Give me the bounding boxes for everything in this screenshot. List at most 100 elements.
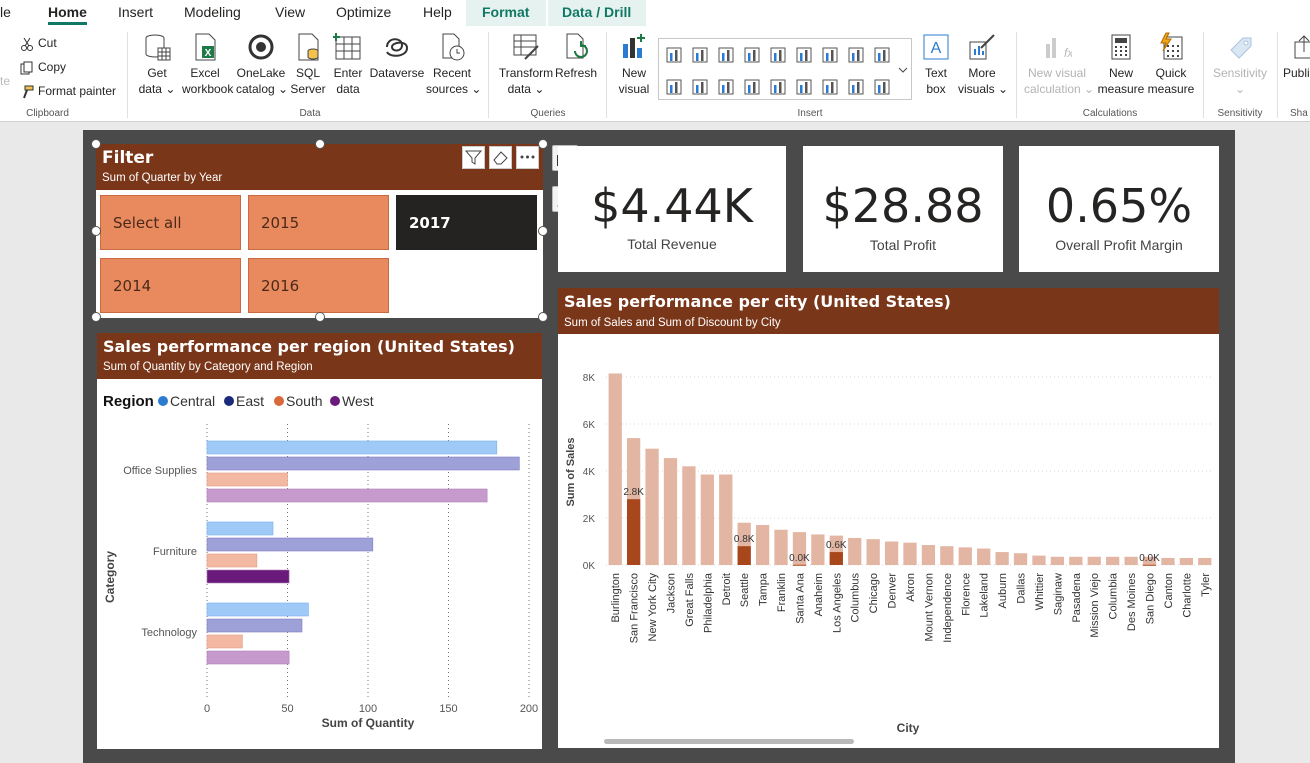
bar-office-supplies-east [206, 456, 520, 471]
slicer-option-2014[interactable]: 2014 [100, 258, 241, 313]
menu-optimize[interactable]: Optimize [336, 4, 391, 20]
new-measure-button[interactable]: New measure [1096, 32, 1146, 97]
y-axis-title: Sum of Sales [565, 437, 577, 506]
filter-slicer[interactable]: Filter Sum of Quarter by Year Select all… [96, 144, 543, 318]
area-icon[interactable] [847, 46, 865, 64]
resize-handle[interactable] [91, 139, 101, 149]
new-visual-label: New [621, 66, 646, 80]
bar-highlight-san-diego [1142, 564, 1157, 566]
onelake-catalog-button[interactable]: OneLake catalog ⌄ [236, 32, 288, 97]
data-label: 0.8K [734, 534, 755, 545]
more-visuals-label2: visuals ⌄ [958, 82, 1009, 96]
menu-modeling[interactable]: Modeling [184, 4, 241, 20]
kpi-card-total-profit[interactable]: $28.88 Total Profit [803, 146, 1003, 272]
ribbon: te Cut Copy Format painter Clipboard Get… [0, 26, 1310, 122]
enter-data-button[interactable]: Enter data [332, 32, 364, 97]
bar-charlotte [1179, 557, 1193, 565]
resize-handle[interactable] [91, 226, 101, 236]
bar-icon[interactable] [717, 46, 735, 64]
bar-tyler [1198, 557, 1212, 565]
horizontal-scrollbar[interactable] [604, 739, 854, 744]
gallery-expand-icon[interactable] [897, 61, 909, 79]
bar-highlight-santa-ana [792, 564, 807, 566]
paste-button[interactable]: te [0, 74, 10, 88]
menu-insert[interactable]: Insert [118, 4, 153, 20]
new-visual-calculation-button[interactable]: fx New visual calculation ⌄ [1024, 32, 1095, 97]
resize-handle[interactable] [315, 312, 325, 322]
slicer-option-2015[interactable]: 2015 [248, 195, 389, 250]
new-visual-calc-label2: calculation ⌄ [1024, 82, 1095, 96]
card-icon[interactable] [795, 78, 813, 96]
copy-button[interactable]: Copy [20, 60, 66, 75]
new-measure-label: New [1108, 66, 1133, 80]
sql-server-button[interactable]: SQL Server [290, 32, 326, 97]
menu-help[interactable]: Help [423, 4, 452, 20]
city-chart-card[interactable]: Sales performance per city (United State… [558, 288, 1219, 748]
slicer-option-2017[interactable]: 2017 [396, 195, 537, 250]
calculations-group-label: Calculations [1082, 108, 1138, 119]
slicer-option-select-all[interactable]: Select all [100, 195, 241, 250]
slicer-option-2016[interactable]: 2016 [248, 258, 389, 313]
text-box-button[interactable]: A Text box [918, 32, 954, 97]
refresh-button[interactable]: Refresh [555, 32, 597, 81]
multirow-card-icon[interactable] [821, 78, 839, 96]
filter-icon[interactable] [462, 146, 485, 169]
quick-measure-button[interactable]: Quick measure [1146, 32, 1196, 97]
kpi-card-total-revenue[interactable]: $4.44K Total Revenue [558, 146, 786, 272]
matrix-icon[interactable] [873, 78, 891, 96]
menu-home[interactable]: Home [48, 4, 87, 25]
map-icon[interactable] [743, 78, 761, 96]
x-tick-label: Detroit [721, 573, 733, 605]
gauge-icon[interactable] [769, 78, 787, 96]
eraser-icon[interactable] [489, 146, 512, 169]
cut-button[interactable]: Cut [20, 36, 57, 51]
column-icon[interactable] [743, 46, 761, 64]
resize-handle[interactable] [91, 312, 101, 322]
x-tick-label: 100 [359, 703, 377, 715]
more-visuals-button[interactable]: More visuals ⌄ [958, 32, 1009, 97]
kpi-value: 0.65% [1045, 179, 1193, 233]
bar-philadelphia [700, 474, 714, 565]
bar-burlington [608, 373, 622, 565]
resize-handle[interactable] [538, 312, 548, 322]
treemap-icon[interactable] [717, 78, 735, 96]
resize-handle[interactable] [315, 139, 325, 149]
menu-data-drill[interactable]: Data / Drill [562, 4, 631, 20]
bar-canton [1161, 557, 1175, 565]
ribbon-icon[interactable] [873, 46, 891, 64]
combo-icon[interactable] [795, 46, 813, 64]
get-data-button[interactable]: Get data ⌄ [137, 32, 177, 97]
new-visual-button[interactable]: New visual [616, 32, 652, 97]
clustered-column-icon[interactable] [691, 46, 709, 64]
sensitivity-button[interactable]: Sensitivity ⌄ [1210, 32, 1270, 97]
bar-lakeland [977, 548, 991, 565]
line-icon[interactable] [821, 46, 839, 64]
stacked-bar-icon[interactable] [665, 46, 683, 64]
menu-view[interactable]: View [275, 4, 305, 20]
stacked-column-icon[interactable] [769, 46, 787, 64]
bar-denver [884, 541, 899, 565]
legend-marker-west [330, 396, 340, 406]
resize-handle[interactable] [538, 139, 548, 149]
data-label: 0.0K [1139, 553, 1160, 564]
pie-icon[interactable] [665, 78, 683, 96]
separator [488, 32, 489, 118]
kpi-card-profit-margin[interactable]: 0.65% Overall Profit Margin [1019, 146, 1219, 272]
menu-file[interactable]: le [0, 4, 11, 20]
x-tick-label: Tampa [758, 572, 770, 606]
format-painter-button[interactable]: Format painter [20, 84, 116, 99]
menu-format[interactable]: Format [482, 4, 529, 20]
table-icon[interactable] [847, 78, 865, 96]
publish-button[interactable]: Publi [1283, 32, 1310, 81]
bar-columbus [848, 537, 862, 565]
excel-workbook-button[interactable]: X Excel workbook [182, 32, 233, 97]
dataverse-button[interactable]: Dataverse [369, 32, 425, 81]
donut-icon[interactable] [691, 78, 709, 96]
transform-data-button[interactable]: Transform data ⌄ [498, 32, 554, 97]
region-chart-card[interactable]: Sales performance per region (United Sta… [97, 333, 542, 749]
get-data-label2: data ⌄ [138, 82, 176, 96]
resize-handle[interactable] [538, 226, 548, 236]
recent-sources-button[interactable]: Recent sources ⌄ [426, 32, 481, 97]
more-options-icon[interactable] [516, 146, 539, 169]
bar-technology-east [206, 618, 303, 633]
